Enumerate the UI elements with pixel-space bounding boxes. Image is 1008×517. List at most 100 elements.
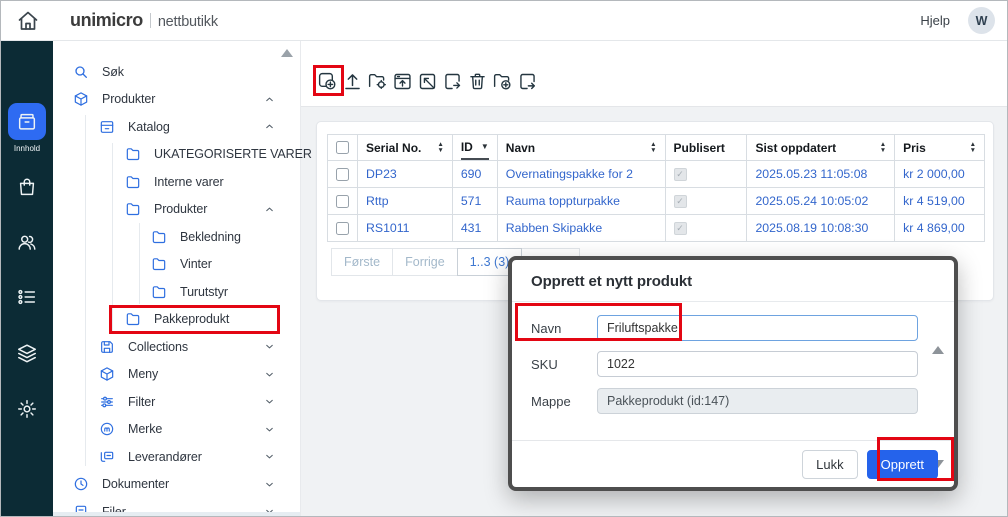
- nav-item-produkter[interactable]: Produkter: [53, 196, 301, 224]
- nav-item-katalog[interactable]: Katalog: [53, 113, 301, 141]
- navn-link[interactable]: Rauma toppturpakke: [506, 194, 620, 208]
- column-label: Sist oppdatert: [755, 141, 836, 155]
- navn-link[interactable]: Overnatingspakke for 2: [506, 167, 633, 181]
- chevron-down-icon: [264, 396, 275, 407]
- serial-link[interactable]: DP23: [366, 167, 397, 181]
- nav-scroll-up-icon[interactable]: [281, 49, 293, 57]
- rail-item-innhold[interactable]: Innhold: [1, 103, 53, 153]
- pagination-f-rste[interactable]: Første: [331, 248, 393, 276]
- home-icon[interactable]: [16, 9, 40, 33]
- nav-item-turutstyr[interactable]: Turutstyr: [53, 278, 301, 306]
- sist-oppdatert-value: 2025.08.19 10:08:30: [755, 221, 868, 235]
- file-move-icon: [517, 71, 538, 92]
- help-link[interactable]: Hjelp: [920, 13, 950, 28]
- sist-oppdatert-value: 2025.05.24 10:05:02: [755, 194, 868, 208]
- nav-item-label: Bekledning: [180, 230, 241, 244]
- folder-icon: [125, 146, 141, 162]
- file-export-button[interactable]: [441, 67, 463, 95]
- navn-input[interactable]: Friluftspakke: [597, 315, 918, 341]
- nav-item-s-k[interactable]: Søk: [53, 58, 301, 86]
- nav-item-label: Vinter: [180, 257, 212, 271]
- gear-icon: [16, 398, 38, 420]
- column-header-pris[interactable]: Pris▲▼: [895, 135, 985, 161]
- avatar[interactable]: W: [968, 7, 995, 34]
- serial-link[interactable]: Rttp: [366, 194, 389, 208]
- nav-item-meny[interactable]: Meny: [53, 361, 301, 389]
- id-cell: 431: [452, 215, 497, 242]
- sku-input[interactable]: 1022: [597, 351, 918, 377]
- pagination-forrige[interactable]: Forrige: [392, 248, 458, 276]
- nav-item-produkter[interactable]: Produkter: [53, 86, 301, 114]
- nav-item-interne-varer[interactable]: Interne varer: [53, 168, 301, 196]
- filter-icon: [99, 394, 115, 410]
- sort-icon[interactable]: ▲▼: [437, 142, 443, 153]
- window-import-button[interactable]: [416, 67, 438, 95]
- column-header-sist-oppdatert[interactable]: Sist oppdatert ▲▼: [747, 135, 895, 161]
- rail-item-checklist[interactable]: [1, 286, 53, 308]
- row-select-cell: [328, 161, 358, 188]
- icon-rail: Innhold: [1, 41, 53, 517]
- nav-item-label: Produkter: [154, 202, 207, 216]
- field-label: SKU: [531, 357, 597, 372]
- column-label: Navn: [506, 141, 535, 155]
- id-link[interactable]: 690: [461, 167, 482, 181]
- field-label: Navn: [531, 321, 597, 336]
- brand-logo: unimicro nettbutikk: [70, 10, 218, 31]
- id-link[interactable]: 431: [461, 221, 482, 235]
- publisert-cell: ✓: [665, 161, 747, 188]
- upload-button[interactable]: [341, 67, 363, 95]
- chevron-down-icon: [264, 451, 275, 462]
- serial-link[interactable]: RS1011: [366, 221, 410, 235]
- column-header-serial-no[interactable]: Serial No.▲▼: [358, 135, 453, 161]
- sort-icon[interactable]: ▲▼: [650, 142, 656, 153]
- nav-item-label: Meny: [128, 367, 158, 381]
- row-checkbox[interactable]: [336, 168, 349, 181]
- sort-icon[interactable]: ▲▼: [880, 142, 886, 153]
- close-button[interactable]: Lukk: [802, 450, 857, 479]
- nav-item-vinter[interactable]: Vinter: [53, 251, 301, 279]
- nav-item-filter[interactable]: Filter: [53, 388, 301, 416]
- column-header-id[interactable]: ID▼: [452, 135, 497, 161]
- field-value: Pakkeprodukt (id:147): [607, 394, 729, 408]
- sort-icon[interactable]: ▲▼: [970, 142, 976, 153]
- nav-item-ukategoriserte-varer[interactable]: UKATEGORISERTE VARER: [53, 141, 301, 169]
- badge-icon: [99, 421, 115, 437]
- nav-item-dokumenter[interactable]: Dokumenter: [53, 471, 301, 499]
- file-move-button[interactable]: [516, 67, 538, 95]
- rail-item-shopping-bag[interactable]: [1, 176, 53, 198]
- rail-item-gear[interactable]: [1, 398, 53, 420]
- nav-item-merke[interactable]: Merke: [53, 416, 301, 444]
- trash-button[interactable]: [466, 67, 488, 95]
- field-row-mappe: Mappe Pakkeprodukt (id:147): [531, 388, 918, 414]
- window-upload-button[interactable]: [391, 67, 413, 95]
- trash-icon: [467, 71, 488, 92]
- chevron-down-icon: [264, 424, 275, 435]
- row-checkbox[interactable]: [336, 222, 349, 235]
- chevron-down-icon: [264, 369, 275, 380]
- sort-desc-icon[interactable]: ▼: [481, 142, 489, 151]
- search-icon: [73, 64, 89, 80]
- column-header-navn[interactable]: Navn ▲▼: [497, 135, 665, 161]
- nav-item-collections[interactable]: Collections: [53, 333, 301, 361]
- column-header-select-all[interactable]: [328, 135, 358, 161]
- navn-link[interactable]: Rabben Skipakke: [506, 221, 602, 235]
- rail-item-people[interactable]: [1, 231, 53, 253]
- folder-icon: [125, 311, 141, 327]
- select-all-checkbox[interactable]: [336, 141, 349, 154]
- id-cell: 571: [452, 188, 497, 215]
- nav-item-leverand-rer[interactable]: Leverandører: [53, 443, 301, 471]
- folder-settings-button[interactable]: [366, 67, 388, 95]
- window-upload-icon: [392, 71, 413, 92]
- nav-item-bekledning[interactable]: Bekledning: [53, 223, 301, 251]
- folder-add-button[interactable]: [491, 67, 513, 95]
- create-button[interactable]: Opprett: [867, 450, 938, 479]
- serial-cell: DP23: [358, 161, 453, 188]
- row-checkbox[interactable]: [336, 195, 349, 208]
- rail-item-layers[interactable]: [1, 342, 53, 364]
- modal-scroll-up-icon[interactable]: [932, 346, 944, 354]
- id-link[interactable]: 571: [461, 194, 482, 208]
- add-product-button[interactable]: [316, 67, 338, 95]
- nav-item-pakkeprodukt[interactable]: Pakkeprodukt: [53, 306, 301, 334]
- serial-cell: RS1011: [358, 215, 453, 242]
- nav-horizontal-scrollbar[interactable]: [53, 512, 300, 517]
